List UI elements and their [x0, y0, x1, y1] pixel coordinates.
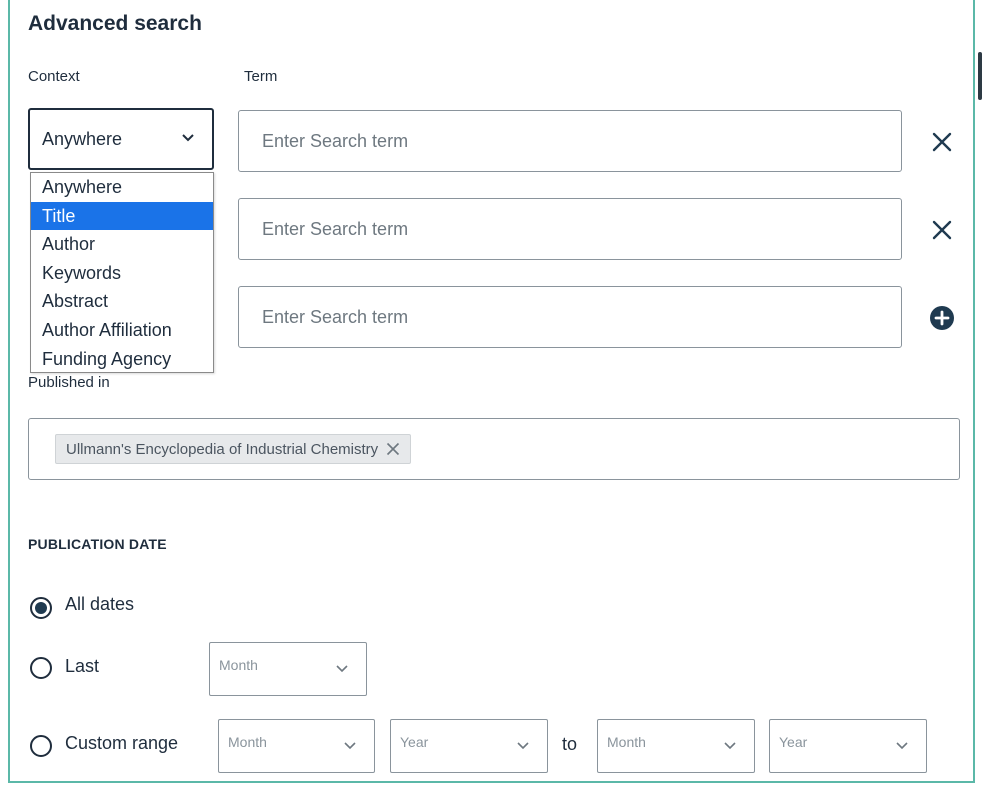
page-title: Advanced search — [28, 12, 202, 35]
range-from-year-select[interactable]: Year — [390, 719, 548, 773]
context-option-keywords[interactable]: Keywords — [31, 259, 213, 288]
custom-range-label: Custom range — [65, 733, 179, 753]
chevron-down-icon — [336, 665, 348, 673]
published-in-field[interactable]: Ullmann's Encyclopedia of Industrial Che… — [28, 418, 960, 480]
range-to-year-select[interactable]: Year — [769, 719, 927, 773]
term-column-label: Term — [244, 68, 278, 85]
range-to-month-select[interactable]: Month — [597, 719, 755, 773]
scrollbar-thumb[interactable] — [978, 52, 982, 100]
range-from-month-select[interactable]: Month — [218, 719, 375, 773]
context-option-author-affiliation[interactable]: Author Affiliation — [31, 316, 213, 345]
context-option-anywhere[interactable]: Anywhere — [31, 173, 213, 202]
search-term-input-2[interactable] — [238, 198, 902, 260]
remove-chip-close-icon[interactable] — [386, 442, 400, 456]
range-to-month-value: Month — [607, 734, 646, 750]
context-column-label: Context — [28, 68, 80, 85]
search-term-input-3[interactable] — [238, 286, 902, 348]
scrollbar[interactable] — [975, 0, 983, 785]
chevron-down-icon — [517, 742, 529, 750]
context-select-value: Anywhere — [42, 129, 123, 149]
context-option-author[interactable]: Author — [31, 230, 213, 259]
context-option-title[interactable]: Title — [31, 201, 213, 231]
published-in-label: Published in — [28, 374, 110, 391]
chevron-down-icon — [344, 742, 356, 750]
all-dates-radio[interactable] — [30, 597, 52, 619]
chevron-down-icon — [896, 742, 908, 750]
last-radio[interactable] — [30, 657, 52, 679]
custom-range-radio[interactable] — [30, 735, 52, 757]
publication-chip: Ullmann's Encyclopedia of Industrial Che… — [55, 434, 412, 464]
context-dropdown-list: Anywhere Title Author Keywords Abstract … — [30, 172, 214, 373]
last-label: Last — [65, 656, 100, 676]
remove-row-2-close-icon[interactable] — [929, 217, 955, 243]
context-option-funding-agency[interactable]: Funding Agency — [31, 345, 213, 374]
remove-row-1-close-icon[interactable] — [929, 129, 955, 155]
add-row-plus-icon[interactable] — [929, 305, 955, 331]
publication-date-heading: PUBLICATION DATE — [28, 536, 167, 552]
search-term-input-1[interactable] — [238, 110, 902, 172]
publication-chip-label: Ullmann's Encyclopedia of Industrial Che… — [66, 440, 379, 458]
last-month-select[interactable]: Month — [209, 642, 367, 696]
range-to-year-value: Year — [779, 734, 808, 750]
last-month-value: Month — [219, 657, 258, 673]
range-from-year-value: Year — [400, 734, 429, 750]
all-dates-label: All dates — [65, 594, 135, 614]
context-select[interactable]: Anywhere — [28, 108, 214, 170]
chevron-down-icon — [724, 742, 736, 750]
context-option-abstract[interactable]: Abstract — [31, 287, 213, 316]
range-to-label: to — [562, 734, 578, 754]
range-from-month-value: Month — [228, 734, 267, 750]
chevron-down-icon — [182, 134, 194, 142]
